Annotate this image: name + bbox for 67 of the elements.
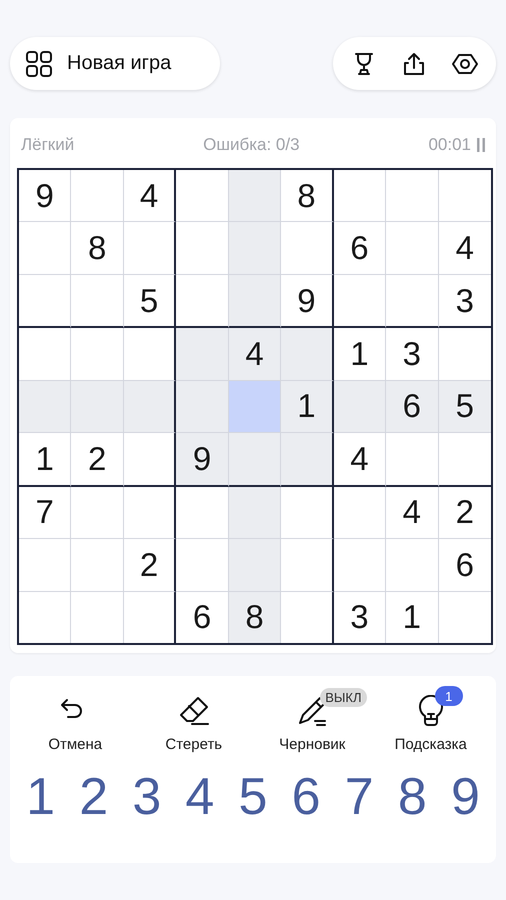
off-badge: ВЫКЛ: [320, 688, 367, 707]
sudoku-cell[interactable]: 4: [386, 486, 439, 540]
sudoku-cell[interactable]: 4: [124, 170, 176, 222]
sudoku-cell[interactable]: 1: [334, 328, 386, 381]
sudoku-cell[interactable]: 2: [71, 433, 124, 487]
mistakes-counter: Ошибка: 0/3: [203, 135, 300, 155]
sudoku-cell[interactable]: 9: [19, 170, 72, 222]
sudoku-cell[interactable]: [281, 222, 334, 275]
sudoku-cell[interactable]: 3: [438, 274, 491, 328]
sudoku-cell[interactable]: [281, 592, 334, 643]
tool-label: Стереть: [165, 736, 222, 753]
pause-icon[interactable]: [477, 138, 485, 152]
undo-button[interactable]: Отмена: [20, 690, 130, 757]
timer: 00:01: [428, 135, 471, 155]
sudoku-cell[interactable]: [124, 486, 176, 540]
sudoku-cell[interactable]: 1: [19, 433, 72, 487]
sudoku-cell[interactable]: [281, 433, 334, 487]
number-button[interactable]: 8: [396, 769, 429, 826]
sudoku-cell[interactable]: 6: [438, 539, 491, 592]
sudoku-cell[interactable]: 5: [124, 274, 176, 328]
sudoku-cell[interactable]: 4: [334, 433, 386, 487]
sudoku-cell[interactable]: 2: [124, 539, 176, 592]
number-button[interactable]: 5: [236, 769, 270, 826]
number-button[interactable]: 4: [183, 769, 216, 826]
sudoku-cell[interactable]: [438, 433, 491, 487]
sudoku-cell[interactable]: [281, 328, 334, 381]
erase-button[interactable]: Стереть: [138, 690, 249, 757]
sudoku-cell[interactable]: 1: [386, 592, 439, 643]
difficulty-label: Лёгкий: [21, 135, 74, 155]
sudoku-cell[interactable]: [281, 486, 334, 540]
new-game-button[interactable]: Новая игра: [10, 37, 220, 90]
sudoku-cell[interactable]: [438, 592, 491, 643]
hint-count-badge: 1: [434, 686, 463, 706]
number-button[interactable]: 6: [290, 769, 323, 826]
sudoku-cell[interactable]: 1: [281, 380, 334, 434]
sudoku-cell[interactable]: 7: [19, 486, 72, 540]
sudoku-cell[interactable]: 8: [71, 222, 124, 275]
number-button[interactable]: 3: [130, 769, 164, 826]
sudoku-cell[interactable]: 4: [438, 222, 491, 275]
eraser-icon: [178, 695, 210, 727]
sudoku-cell[interactable]: [124, 380, 176, 434]
tool-label: Подсказка: [394, 736, 467, 753]
number-button[interactable]: 2: [77, 769, 110, 826]
sudoku-cell[interactable]: 6: [176, 592, 229, 643]
draft-button[interactable]: ВЫКЛ Черновик: [257, 690, 368, 757]
sudoku-cell[interactable]: 4: [228, 328, 282, 381]
sudoku-cell[interactable]: 6: [334, 222, 386, 275]
sudoku-cell[interactable]: 9: [176, 433, 229, 487]
sudoku-cell[interactable]: [281, 539, 334, 592]
number-button[interactable]: 9: [448, 769, 482, 826]
sudoku-cell[interactable]: [124, 222, 176, 275]
sudoku-cell[interactable]: [124, 328, 176, 381]
number-button[interactable]: 1: [24, 769, 58, 826]
sudoku-cell[interactable]: 3: [334, 592, 386, 643]
sudoku-cell[interactable]: 3: [386, 328, 439, 381]
grid-icon: [25, 50, 53, 78]
sudoku-cell[interactable]: 2: [438, 486, 491, 540]
number-button[interactable]: 7: [342, 769, 376, 826]
sudoku-cell[interactable]: 9: [281, 274, 334, 328]
sudoku-cell[interactable]: 8: [281, 170, 334, 222]
sudoku-cell[interactable]: 8: [228, 592, 282, 643]
tool-label: Отмена: [48, 736, 102, 753]
tool-label: Черновик: [279, 736, 346, 753]
sudoku-cell[interactable]: 6: [386, 380, 439, 434]
sudoku-cell[interactable]: [124, 433, 176, 487]
sudoku-cell[interactable]: 5: [438, 380, 491, 434]
sudoku-cell[interactable]: [124, 592, 176, 643]
